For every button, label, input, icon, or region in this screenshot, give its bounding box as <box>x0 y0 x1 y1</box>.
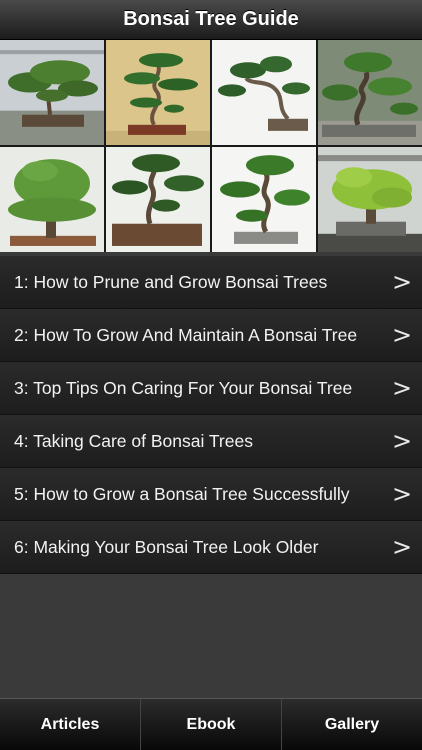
article-title: 3: Top Tips On Caring For Your Bonsai Tr… <box>14 377 353 398</box>
navigation-bar: Bonsai Tree Guide <box>0 0 422 40</box>
bonsai-thumbnail[interactable] <box>0 147 104 252</box>
bonsai-thumbnail[interactable] <box>0 40 104 145</box>
tab-bar: Articles Ebook Gallery <box>0 698 422 750</box>
article-row[interactable]: 1: How to Prune and Grow Bonsai Trees > <box>0 256 422 309</box>
article-list: 1: How to Prune and Grow Bonsai Trees > … <box>0 256 422 574</box>
tab-gallery[interactable]: Gallery <box>282 699 422 750</box>
chevron-right-icon: > <box>392 427 413 455</box>
article-row[interactable]: 3: Top Tips On Caring For Your Bonsai Tr… <box>0 362 422 415</box>
article-title: 5: How to Grow a Bonsai Tree Successfull… <box>14 483 350 504</box>
bonsai-thumbnail[interactable] <box>212 40 316 145</box>
bonsai-thumbnail[interactable] <box>106 40 210 145</box>
article-title: 6: Making Your Bonsai Tree Look Older <box>14 536 319 557</box>
bonsai-thumbnail[interactable] <box>106 147 210 252</box>
article-title: 4: Taking Care of Bonsai Trees <box>14 430 253 451</box>
tab-ebook[interactable]: Ebook <box>141 699 282 750</box>
chevron-right-icon: > <box>392 480 413 508</box>
bonsai-thumbnail[interactable] <box>212 147 316 252</box>
chevron-right-icon: > <box>392 321 413 349</box>
chevron-right-icon: > <box>392 268 413 296</box>
bonsai-image-grid <box>0 40 422 252</box>
tab-articles[interactable]: Articles <box>0 699 141 750</box>
article-row[interactable]: 4: Taking Care of Bonsai Trees > <box>0 415 422 468</box>
article-row[interactable]: 5: How to Grow a Bonsai Tree Successfull… <box>0 468 422 521</box>
page-title: Bonsai Tree Guide <box>123 8 299 30</box>
bonsai-thumbnail[interactable] <box>318 40 422 145</box>
article-row[interactable]: 2: How To Grow And Maintain A Bonsai Tre… <box>0 309 422 362</box>
article-title: 1: How to Prune and Grow Bonsai Trees <box>14 271 328 292</box>
bonsai-thumbnail[interactable] <box>318 147 422 252</box>
article-title: 2: How To Grow And Maintain A Bonsai Tre… <box>14 324 358 345</box>
article-row[interactable]: 6: Making Your Bonsai Tree Look Older > <box>0 521 422 574</box>
chevron-right-icon: > <box>392 533 413 561</box>
chevron-right-icon: > <box>392 374 413 402</box>
